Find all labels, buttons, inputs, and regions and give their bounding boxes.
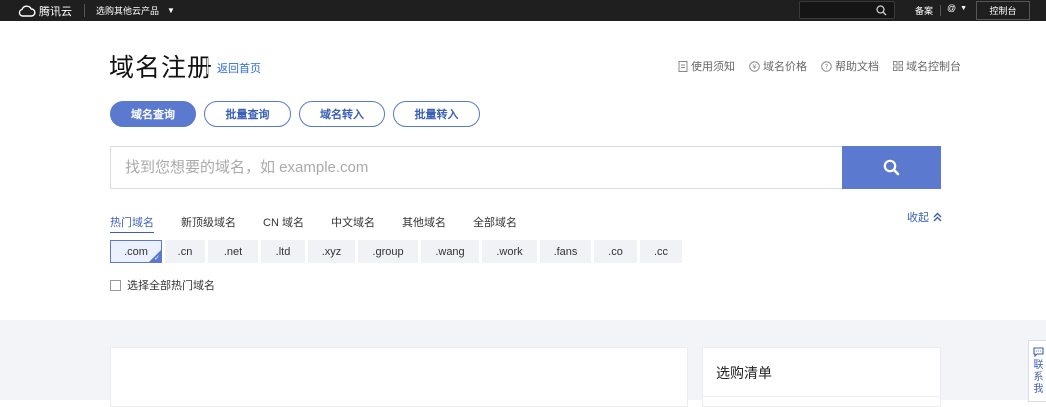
suffix-label: .net (223, 245, 243, 258)
suffix-label: .xyz (321, 245, 342, 258)
grid-icon (893, 61, 903, 71)
suffix-chip-net[interactable]: .net (208, 240, 258, 263)
tab-batch-query[interactable]: 批量查询 (204, 101, 291, 127)
domain-search-input[interactable] (125, 159, 842, 176)
console-button[interactable]: 控制台 (976, 1, 1030, 20)
suffix-label: .cn (177, 245, 193, 258)
check-icon: ✓ (154, 255, 160, 262)
header-links: 使用须知 ¥ 域名价格 ? 帮助文档 域名控制台 (678, 58, 961, 74)
domain-category-tabs: 热门域名 新顶级域名 CN 域名 中文域名 其他域名 全部域名 (110, 214, 517, 233)
topbar-divider (84, 4, 85, 17)
results-panel (110, 347, 688, 407)
top-navbar: 腾讯云 选购其他云产品 ▼ 备案 @ ▼ 控制台 (0, 0, 1046, 21)
beian-link[interactable]: 备案 (915, 4, 933, 17)
double-chevron-up-icon (933, 212, 942, 222)
contact-char: 系 (1033, 372, 1044, 383)
domain-search-box (110, 146, 842, 189)
tab-all-domains[interactable]: 全部域名 (473, 214, 517, 233)
suffix-label: .group (372, 245, 404, 258)
tab-new-tld[interactable]: 新顶级域名 (181, 214, 236, 233)
usage-notice-label: 使用须知 (691, 61, 735, 73)
svg-text:¥: ¥ (752, 63, 757, 71)
suffix-label: .cc (653, 245, 669, 258)
suffix-chip-com[interactable]: .com ✓ (110, 240, 162, 263)
title-divider (207, 58, 208, 74)
usage-notice-link[interactable]: 使用须知 (678, 58, 735, 74)
domain-suffix-list: .com ✓ .cn .net .ltd .xyz .group .wang .… (110, 240, 682, 263)
products-label: 选购其他云产品 (96, 5, 160, 16)
suffix-label: .ltd (275, 245, 291, 258)
cart-divider (703, 396, 940, 397)
topbar-divider-2 (940, 5, 941, 16)
chat-icon (1033, 347, 1044, 357)
domain-price-link[interactable]: ¥ 域名价格 (749, 58, 807, 74)
search-icon (876, 5, 887, 16)
suffix-chip-work[interactable]: .work (482, 240, 537, 263)
suffix-label: .com (124, 245, 148, 258)
cloud-logo-icon (18, 5, 36, 17)
logo[interactable]: 腾讯云 (18, 2, 72, 19)
contact-char: 联 (1033, 360, 1044, 371)
caret-down-icon: ▼ (960, 4, 968, 12)
search-icon (883, 159, 900, 176)
products-menu[interactable]: 选购其他云产品 ▼ (96, 3, 175, 17)
page-title: 域名注册 (109, 54, 214, 82)
help-doc-link[interactable]: ? 帮助文档 (821, 58, 879, 74)
tab-domain-query[interactable]: 域名查询 (110, 101, 196, 127)
query-tabs: 域名查询 批量查询 域名转入 批量转入 (110, 101, 480, 127)
tab-hot-domains[interactable]: 热门域名 (110, 214, 154, 233)
tab-cn-domains[interactable]: CN 域名 (263, 214, 304, 233)
account-menu[interactable]: @ ▼ (947, 3, 967, 13)
tab-batch-transfer[interactable]: 批量转入 (393, 101, 480, 127)
caret-down-icon: ▼ (167, 5, 175, 15)
domain-console-label: 域名控制台 (906, 61, 961, 73)
tab-domain-transfer[interactable]: 域名转入 (299, 101, 385, 127)
help-doc-label: 帮助文档 (835, 61, 879, 73)
suffix-chip-fans[interactable]: .fans (540, 240, 591, 263)
suffix-chip-ltd[interactable]: .ltd (261, 240, 305, 263)
account-label: @ (947, 3, 957, 13)
suffix-chip-xyz[interactable]: .xyz (308, 240, 355, 263)
contact-us-widget[interactable]: 联 系 我 (1028, 340, 1046, 402)
contact-char: 我 (1033, 384, 1044, 395)
cart-panel: 选购清单 (702, 347, 941, 407)
select-all-label[interactable]: 选择全部热门域名 (127, 277, 215, 293)
domain-price-label: 域名价格 (763, 61, 807, 73)
suffix-label: .wang (435, 245, 465, 258)
search-button[interactable] (842, 146, 941, 189)
domain-console-link[interactable]: 域名控制台 (893, 58, 961, 74)
suffix-label: .work (496, 245, 523, 258)
help-icon: ? (821, 60, 832, 72)
suffix-chip-group[interactable]: .group (358, 240, 418, 263)
collapse-toggle[interactable]: 收起 (907, 209, 942, 225)
select-all-checkbox[interactable] (110, 279, 121, 291)
select-all-row: 选择全部热门域名 (110, 277, 215, 293)
svg-text:?: ? (825, 63, 829, 71)
tab-other-domains[interactable]: 其他域名 (402, 214, 446, 233)
suffix-label: .co (608, 245, 623, 258)
suffix-label: .fans (553, 245, 578, 258)
contact-us-text: 联 系 我 (1034, 360, 1044, 396)
suffix-chip-wang[interactable]: .wang (421, 240, 479, 263)
tab-chinese-domains[interactable]: 中文域名 (331, 214, 375, 233)
suffix-chip-cc[interactable]: .cc (640, 240, 682, 263)
price-icon: ¥ (749, 60, 760, 72)
document-icon (678, 60, 688, 72)
collapse-label: 收起 (907, 212, 929, 224)
cart-title: 选购清单 (716, 365, 772, 381)
topbar-search[interactable] (799, 1, 895, 19)
back-home-link[interactable]: 返回首页 (217, 60, 261, 76)
logo-text: 腾讯云 (39, 5, 72, 18)
suffix-chip-co[interactable]: .co (594, 240, 637, 263)
suffix-chip-cn[interactable]: .cn (165, 240, 205, 263)
